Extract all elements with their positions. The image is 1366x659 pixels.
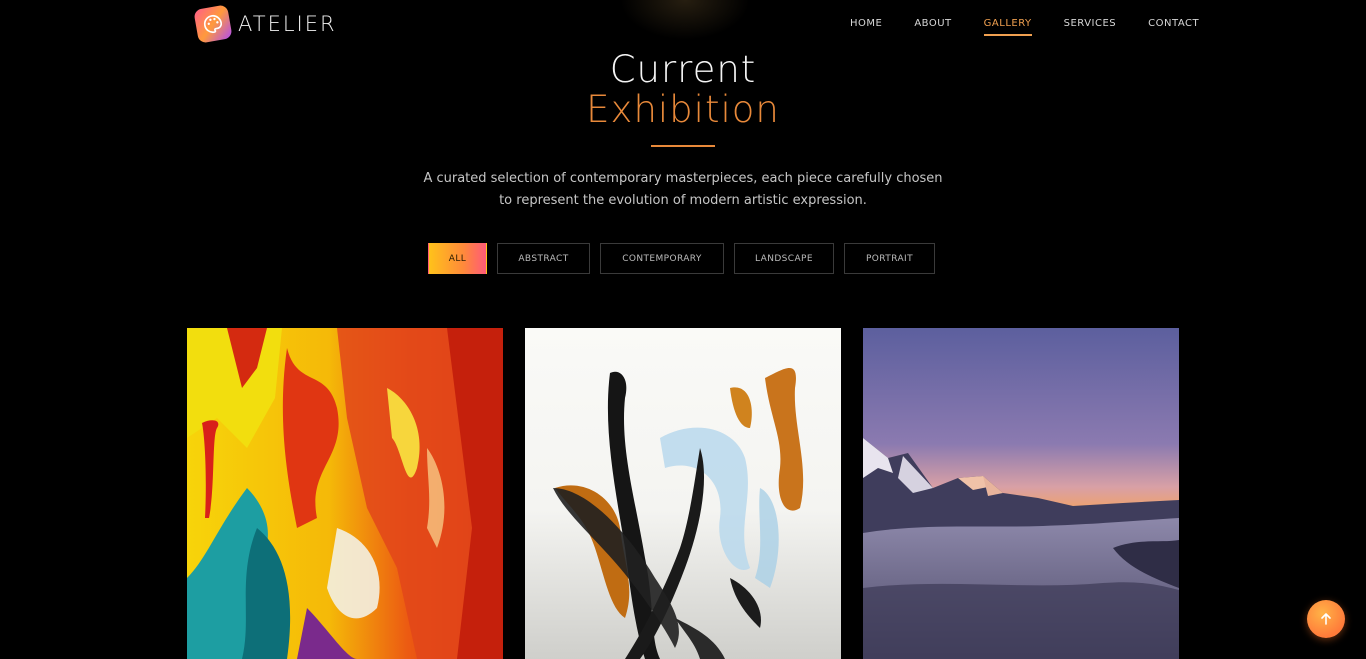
header-glow (620, 0, 750, 40)
brand-logo[interactable]: ATELIER (193, 4, 337, 44)
artwork-card-ink[interactable] (525, 328, 841, 659)
artwork-card-abstract[interactable] (187, 328, 503, 659)
filter-abstract[interactable]: ABSTRACT (497, 243, 590, 274)
filter-contemporary[interactable]: CONTEMPORARY (600, 243, 724, 274)
mountain-photo-image (863, 328, 1179, 659)
filter-all[interactable]: ALL (428, 243, 487, 274)
nav-about[interactable]: ABOUT (914, 18, 951, 36)
nav-services[interactable]: SERVICES (1064, 18, 1117, 36)
artwork-card-landscape[interactable] (863, 328, 1179, 659)
main-nav: HOME ABOUT GALLERY SERVICES CONTACT (850, 18, 1199, 36)
filter-bar: ALL ABSTRACT CONTEMPORARY LANDSCAPE PORT… (428, 243, 945, 274)
filter-landscape[interactable]: LANDSCAPE (734, 243, 834, 274)
nav-gallery[interactable]: GALLERY (983, 18, 1032, 36)
nav-contact[interactable]: CONTACT (1148, 18, 1199, 36)
brand-name: ATELIER (238, 12, 337, 36)
title-divider (651, 145, 715, 147)
nav-home[interactable]: HOME (850, 18, 882, 36)
filter-portrait[interactable]: PORTRAIT (844, 243, 935, 274)
page-title-line1: Current (609, 48, 757, 91)
exhibition-description: A curated selection of contemporary mast… (423, 171, 943, 208)
page-title-line2: Exhibition (586, 88, 780, 131)
palette-icon (193, 4, 233, 44)
arrow-up-icon (1321, 613, 1331, 625)
abstract-painting-image (187, 328, 503, 659)
ink-painting-image (525, 328, 841, 659)
scroll-to-top-button[interactable] (1307, 600, 1345, 638)
